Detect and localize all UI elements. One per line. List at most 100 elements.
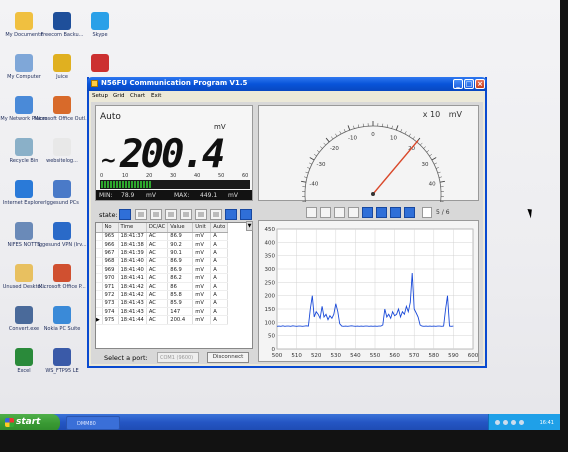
maximize-button[interactable]: □: [464, 79, 474, 89]
table-cell: AC: [146, 299, 169, 309]
gauge-range: x 10 mV: [423, 110, 462, 119]
analog-bar: [100, 180, 250, 189]
tray-icon[interactable]: [519, 420, 524, 425]
desktop-icon[interactable]: Iggesund PCs: [34, 180, 90, 206]
y-tick-label: 50: [268, 334, 275, 340]
table-row[interactable]: 974 18:41:43 AC 147 mV A: [96, 307, 229, 317]
chart-save-icon[interactable]: [306, 207, 317, 218]
desktop-icon[interactable]: Microsoft Office Outl...: [34, 96, 90, 122]
chart-zoom-icon[interactable]: [348, 207, 359, 218]
desktop-icon[interactable]: websitelog...: [34, 138, 90, 164]
table-row[interactable]: 973 18:41:43 AC 85.9 mV A: [96, 299, 229, 309]
tray-icon[interactable]: [495, 420, 500, 425]
start-button[interactable]: start: [0, 414, 60, 430]
minimize-button[interactable]: _: [453, 79, 463, 89]
table-row[interactable]: 97518:41:44AC200.4mVA: [96, 315, 229, 325]
disconnect-button[interactable]: Disconnect: [207, 352, 249, 363]
table-cell: mV: [192, 273, 212, 283]
column-header[interactable]: Value: [167, 223, 194, 233]
table-cell: 18:41:42: [118, 290, 147, 300]
readings-chart: 050100150200250300350400450500 510 520 530 5…: [265, 227, 479, 359]
table-cell: mV: [192, 248, 212, 258]
tray-icon[interactable]: [511, 420, 516, 425]
grid-toolbar: state:: [95, 207, 253, 221]
table-row[interactable]: 965 18:41:37 AC 86.9 mV A: [96, 232, 229, 241]
desktop-icon[interactable]: [72, 54, 128, 74]
desktop-icon[interactable]: Skype: [72, 12, 128, 38]
table-cell: AC: [146, 257, 169, 267]
column-header[interactable]: DC/AC: [146, 223, 169, 233]
column-header[interactable]: Time: [118, 223, 147, 233]
gauge-tick-label: 10: [390, 136, 397, 142]
print-icon[interactable]: [195, 209, 207, 220]
max-unit: mV: [228, 192, 238, 199]
table-cell: AC: [146, 282, 169, 292]
menu-chart[interactable]: Chart: [130, 93, 145, 99]
table-row[interactable]: 972 18:41:42 AC 85.8 mV A: [96, 290, 229, 300]
column-header[interactable]: Auto: [210, 223, 229, 233]
table-row[interactable]: 971 18:41:42 AC 86 mV A: [96, 282, 229, 292]
desktop-icon-glyph: [53, 138, 71, 156]
y-tick-label: 100: [265, 320, 276, 326]
column-header[interactable]: Unit: [192, 223, 212, 233]
monitor-bezel: My Documents Freecom Backu... Skype My Comp…: [0, 0, 568, 452]
column-header[interactable]: No: [102, 223, 119, 233]
gauge-hub: [371, 192, 375, 196]
gauge-tick-label: -20: [330, 146, 339, 152]
desktop-icon[interactable]: Microsoft Office P...: [34, 264, 90, 290]
gauge-tick: [323, 142, 326, 146]
tray-icon[interactable]: [503, 420, 508, 425]
prev-page-icon[interactable]: [376, 207, 387, 218]
page-total: 6: [445, 209, 450, 216]
scroll-top-icon[interactable]: [240, 209, 252, 220]
desktop-icon-glyph: [53, 348, 71, 366]
edit-icon[interactable]: [180, 209, 192, 220]
gauge-tick: [339, 131, 342, 135]
chart-print-icon[interactable]: [334, 207, 345, 218]
gauge-dial: -60-50-40-30-20-100102030405060: [301, 121, 445, 231]
table-cell: A: [210, 282, 229, 292]
export-icon[interactable]: [210, 209, 222, 220]
desktop-icon[interactable]: Iggesund VPN (Irv...: [34, 222, 90, 248]
last-page-icon[interactable]: [404, 207, 415, 218]
menu-setup[interactable]: Setup: [92, 93, 108, 99]
table-cell: 975: [102, 315, 119, 325]
new-icon[interactable]: [135, 209, 147, 220]
start-label: start: [16, 417, 41, 427]
table-cell: mV: [192, 265, 212, 275]
table-row[interactable]: 969 18:41:40 AC 86.9 mV A: [96, 265, 229, 275]
close-button[interactable]: ×: [475, 79, 485, 89]
table-row[interactable]: 970 18:41:41 AC 86.2 mV A: [96, 273, 229, 283]
title-bar[interactable]: N56FU Communication Program V1.5 _ □ ×: [87, 77, 487, 91]
save-icon[interactable]: [165, 209, 177, 220]
desktop-icon[interactable]: Nokia PC Suite: [34, 306, 90, 332]
table-cell: mV: [192, 290, 212, 300]
scroll-down-arrow-icon[interactable]: ▼: [246, 221, 253, 231]
next-page-icon[interactable]: [390, 207, 401, 218]
table-cell: A: [210, 265, 229, 275]
open-icon[interactable]: [150, 209, 162, 220]
x-tick-label: 600: [468, 353, 479, 359]
gauge-tick: [305, 171, 309, 174]
menu-grid[interactable]: Grid: [113, 93, 125, 99]
menu-exit[interactable]: Exit: [151, 93, 161, 99]
table-row[interactable]: 968 18:41:40 AC 86.9 mV A: [96, 257, 229, 267]
first-page-icon[interactable]: [362, 207, 373, 218]
gauge-tick: [404, 131, 407, 135]
connect-icon[interactable]: [119, 209, 131, 220]
page-input[interactable]: [422, 207, 432, 218]
windows-flag-icon: [5, 418, 14, 427]
desktop-icon-glyph: [15, 96, 33, 114]
bar-scale-tick: 40: [194, 173, 201, 179]
desktop-icon[interactable]: WS_FTP95 LE: [34, 348, 90, 374]
gauge-tick: [435, 167, 439, 169]
chart-copy-icon[interactable]: [320, 207, 331, 218]
table-row[interactable]: 966 18:41:38 AC 90.2 mV A: [96, 240, 229, 250]
table-cell: mV: [192, 307, 212, 317]
table-row[interactable]: 967 18:41:39 AC 90.1 mV A: [96, 248, 229, 258]
gauge-tick: [316, 150, 320, 153]
taskbar-item[interactable]: DMM80: [66, 416, 120, 430]
desktop-icon-glyph: [15, 222, 33, 240]
record-icon[interactable]: [225, 209, 237, 220]
port-select[interactable]: COM1 (9600): [157, 352, 199, 363]
